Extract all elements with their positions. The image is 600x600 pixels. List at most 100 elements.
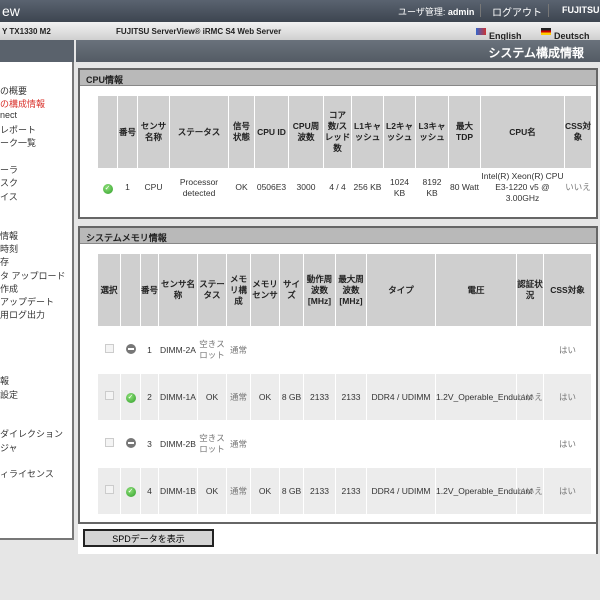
memory-cell: 通常 <box>226 326 251 374</box>
memory-cell <box>250 420 280 468</box>
cpu-column-header: L1キャッシュ <box>351 95 384 169</box>
memory-cell <box>279 420 304 468</box>
memory-cell: DDR4 / UDIMM <box>366 373 436 421</box>
memory-cell <box>435 326 517 374</box>
sidebar-item[interactable]: 報 <box>0 374 9 387</box>
memory-column-header: メモリ構成 <box>226 253 251 327</box>
memory-cell: 8 GB <box>279 373 304 421</box>
memory-cell: いいえ <box>516 467 544 515</box>
sidebar-item[interactable]: レポート <box>0 123 36 136</box>
cpu-column-header: センサ名称 <box>137 95 170 169</box>
de-flag-icon <box>541 28 551 35</box>
memory-column-header: センサ名称 <box>158 253 198 327</box>
cpu-cell: CPU <box>137 168 170 207</box>
sidebar-item[interactable]: 作成 <box>0 282 18 295</box>
memory-cell: DIMM-1A <box>158 373 198 421</box>
memory-cell: いいえ <box>516 373 544 421</box>
cpu-cell: 0506E3 <box>254 168 289 207</box>
sidebar-item[interactable]: ーラ <box>0 163 18 176</box>
sidebar-item[interactable]: 時刻 <box>0 242 18 255</box>
cpu-column-header <box>97 95 118 169</box>
select-checkbox[interactable] <box>104 391 114 400</box>
logout-link[interactable]: ログアウト <box>492 4 542 19</box>
memory-cell: はい <box>543 373 592 421</box>
sidebar-item[interactable]: ジャ <box>0 441 18 454</box>
cpu-panel-title: CPU情報 <box>80 70 596 86</box>
sidebar-item[interactable]: 存 <box>0 255 9 268</box>
memory-cell: DDR4 / UDIMM <box>366 467 436 515</box>
app-title: ew <box>2 3 20 19</box>
lang-deutsch[interactable]: Deutsch <box>541 26 590 41</box>
lang-english[interactable]: English <box>476 26 522 41</box>
sidebar-item[interactable]: の構成情報 <box>0 97 45 110</box>
cpu-column-header: CSS対象 <box>564 95 592 169</box>
cpu-cell: Processor detected <box>169 168 229 207</box>
cpu-column-header: コア数/スレッド数 <box>323 95 352 169</box>
memory-column-header <box>120 253 141 327</box>
status-cell <box>120 420 141 468</box>
sidebar-item[interactable]: ーク一覧 <box>0 136 36 149</box>
sidebar-item[interactable]: nect <box>0 110 17 120</box>
memory-cell: DIMM-2A <box>158 326 198 374</box>
sidebar-item[interactable]: ダイレクション <box>0 427 63 440</box>
memory-panel-title: システムメモリ情報 <box>80 228 596 244</box>
memory-cell: OK <box>197 373 227 421</box>
cpu-cell: いいえ <box>564 168 592 207</box>
sidebar-item[interactable]: 用ログ出力 <box>0 308 45 321</box>
memory-cell: 4 <box>140 467 159 515</box>
sidebar-item[interactable]: スク <box>0 176 18 189</box>
cpu-cell: OK <box>228 168 255 207</box>
select-checkbox-cell[interactable] <box>97 373 121 421</box>
memory-cell <box>435 420 517 468</box>
sidebar-item[interactable]: 情報 <box>0 229 18 242</box>
sub-header: Y TX1330 M2 FUJITSU ServerView® iRMC S4 … <box>0 22 600 41</box>
memory-panel: システムメモリ情報 選択 番号 センサ名称 ステータス メモリ構成 メモリセンサ サイズ 動作… <box>78 226 598 524</box>
memory-column-header: 番号 <box>140 253 159 327</box>
status-cell: ✓ <box>120 467 141 515</box>
memory-cell <box>303 420 336 468</box>
memory-column-header: 選択 <box>97 253 121 327</box>
memory-cell: 3 <box>140 420 159 468</box>
cpu-column-header: CPU周波数 <box>288 95 324 169</box>
check-ok-icon: ✓ <box>102 183 113 194</box>
memory-column-header: メモリセンサ <box>250 253 280 327</box>
user-management[interactable]: ユーザ管理: admin <box>398 5 474 18</box>
memory-cell: 通常 <box>226 373 251 421</box>
sidebar-item[interactable]: の概要 <box>0 84 27 97</box>
sidebar-item[interactable]: タ アップロード <box>0 269 66 282</box>
cpu-column-header: 信号状態 <box>228 95 255 169</box>
memory-cell: OK <box>250 467 280 515</box>
empty-slot-icon <box>125 437 136 448</box>
select-checkbox[interactable] <box>104 344 114 353</box>
sidebar-item[interactable]: ィライセンス <box>0 467 54 480</box>
select-checkbox-cell[interactable] <box>97 467 121 515</box>
show-spd-data-button[interactable]: SPDデータを表示 <box>83 529 214 547</box>
memory-cell: 8 GB <box>279 467 304 515</box>
sidebar-item[interactable]: 設定 <box>0 388 18 401</box>
memory-cell: 1.2V_Operable_Endurant <box>435 373 532 421</box>
memory-cell: 1 <box>140 326 159 374</box>
check-ok-icon: ✓ <box>125 393 136 403</box>
cpu-column-header: ステータス <box>169 95 229 169</box>
select-checkbox[interactable] <box>104 438 114 447</box>
memory-column-header: CSS対象 <box>543 253 592 327</box>
status-cell: ✓ <box>97 168 118 207</box>
memory-cell <box>366 326 436 374</box>
cpu-column-header: L2キャッシュ <box>383 95 416 169</box>
memory-cell: 通常 <box>226 420 251 468</box>
select-checkbox-cell[interactable] <box>97 420 121 468</box>
memory-cell <box>279 326 304 374</box>
sidebar-item[interactable]: アップデート <box>0 295 54 308</box>
memory-cell: はい <box>543 420 592 468</box>
sidebar-item[interactable]: イス <box>0 190 18 203</box>
cpu-column-header: CPU ID <box>254 95 289 169</box>
select-checkbox[interactable] <box>104 485 114 494</box>
memory-cell <box>366 420 436 468</box>
fujitsu-logo: FUJITSU <box>562 5 600 15</box>
memory-column-header: ステータス <box>197 253 227 327</box>
check-ok-icon: ✓ <box>125 487 136 497</box>
uk-flag-icon <box>476 28 486 35</box>
select-checkbox-cell[interactable] <box>97 326 121 374</box>
cpu-cell: 4 / 4 <box>323 168 352 207</box>
memory-cell: はい <box>543 467 592 515</box>
